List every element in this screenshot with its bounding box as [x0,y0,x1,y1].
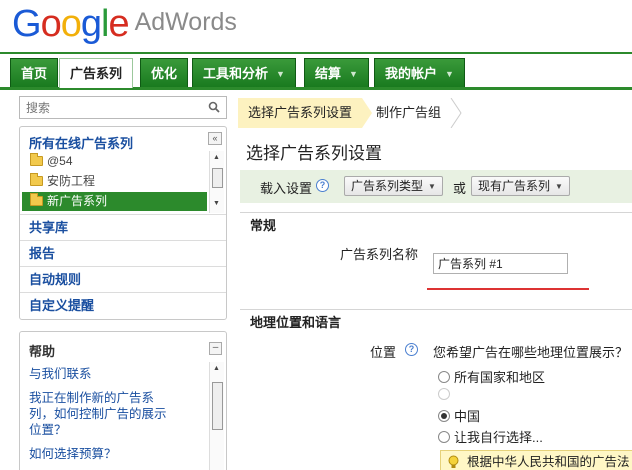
logo-letter: g [80,3,102,45]
tab-label: 我的帐户 [385,66,438,81]
radio-button-checked[interactable] [438,410,450,422]
custom-alerts-link[interactable]: 自定义提醒 [20,292,226,319]
search-input[interactable] [20,97,200,118]
shared-library-link[interactable]: 共享库 [20,214,226,241]
chevron-down-icon: ▼ [276,69,285,79]
reports-link[interactable]: 报告 [20,240,226,267]
location-label: 位置 [370,345,397,360]
campaign-name-field[interactable] [433,253,568,274]
help-link-contact[interactable]: 与我们联系 [29,366,179,382]
notice-text: 根据中华人民共和国的广告法 [467,455,630,469]
tab-label: 优化 [151,66,178,81]
lightbulb-icon [448,455,459,468]
dropdown-label: 广告系列类型 [351,179,424,193]
automated-rules-link[interactable]: 自动规则 [20,266,226,293]
logo-letter: o [40,3,62,45]
radio-button[interactable] [438,388,450,400]
scroll-down-icon[interactable]: ▼ [213,200,220,207]
step-arrow [450,98,462,128]
logo-letter: o [60,3,82,45]
product-name: AdWords [134,8,237,36]
scroll-thumb[interactable] [212,382,223,430]
tab-label: 结算 [315,66,342,81]
scroll-up-icon[interactable]: ▲ [213,154,220,161]
tab-billing[interactable]: 结算 ▼ [304,58,369,87]
or-label: 或 [453,181,467,196]
help-scrollbar[interactable]: ▲ [209,362,224,470]
logo-letter: G [12,3,42,45]
tree-item-label: @54 [47,154,73,168]
folder-icon [30,153,43,166]
header: Google AdWords [0,0,632,52]
help-link-placement[interactable]: 我正在制作新的广告系列，如何控制广告的展示位置？ [29,390,177,438]
help-icon[interactable]: ? [316,179,329,192]
tab-optimize[interactable]: 优化 [140,58,189,87]
radio-label: 让我自行选择... [454,430,543,445]
minimize-help-button[interactable]: – [209,342,222,355]
help-panel: 帮助 – 与我们联系 我正在制作新的广告系列，如何控制广告的展示位置？ 如何选择… [19,331,227,470]
validation-underline [427,288,589,290]
advertising-law-notice: 根据中华人民共和国的广告法 [440,450,632,470]
scroll-thumb[interactable] [212,168,223,188]
campaign-name-label: 广告系列名称 [340,247,419,262]
campaign-type-dropdown[interactable]: 广告系列类型 ▼ [344,176,443,196]
folder-icon [30,193,43,206]
help-icon[interactable]: ? [405,343,418,356]
all-campaigns-link[interactable]: 所有在线广告系列 [29,133,133,152]
help-title: 帮助 [29,344,56,359]
step-campaign-settings: 选择广告系列设置 [238,98,363,128]
general-section-heading: 常规 [240,212,632,235]
radio-button[interactable] [438,431,450,443]
search-icon[interactable] [208,101,220,113]
tab-label: 首页 [21,66,48,81]
tab-tools-analysis[interactable]: 工具和分析 ▼ [192,58,296,87]
tree-item-label: 新广告系列 [47,194,108,208]
tab-label: 广告系列 [70,66,123,81]
load-settings-label: 载入设置 [260,181,313,196]
radio-button[interactable] [438,371,450,383]
help-link-budget[interactable]: 如何选择预算？ [29,446,179,462]
tree-item-campaign-selected[interactable]: 新广告系列 [22,192,207,211]
tree-scrollbar[interactable]: ▲ ▼ [209,151,224,213]
chevron-down-icon: ▼ [445,69,454,79]
chevron-down-icon: ▼ [555,182,563,191]
campaign-tree-panel: 所有在线广告系列 « @54 安防工程 新广告系列 ▲ ▼ 共享库 报告 自动规… [19,126,227,320]
page-title: 选择广告系列设置 [246,144,382,163]
radio-label: 所有国家和地区 [454,370,546,385]
radio-all-countries[interactable]: 所有国家和地区 [438,367,545,386]
logo-letter: e [108,3,129,45]
radio-custom-location[interactable]: 让我自行选择... [438,427,543,446]
tab-campaigns[interactable]: 广告系列 [59,58,134,88]
tab-my-account[interactable]: 我的帐户 ▼ [374,58,465,87]
main-nav: 首页 广告系列 优化 工具和分析 ▼ 结算 ▼ 我的帐户 ▼ [0,54,632,90]
sidebar-search [19,96,227,119]
existing-campaign-dropdown[interactable]: 现有广告系列 ▼ [471,176,570,196]
step-create-ad-group: 制作广告组 [376,105,442,120]
radio-label: 中国 [454,409,481,424]
wizard-steps: 选择广告系列设置 制作广告组 [238,98,632,128]
chevron-down-icon: ▼ [428,182,436,191]
folder-icon [30,173,43,186]
google-adwords-logo[interactable]: Google AdWords [12,2,237,44]
geo-language-section-heading: 地理位置和语言 [240,309,632,332]
location-question: 您希望广告在哪些地理位置展示？ [433,345,629,360]
radio-china[interactable]: 中国 [438,406,480,425]
step-arrow [362,98,372,128]
dropdown-label: 现有广告系列 [478,179,551,193]
tree-item-campaign[interactable]: 安防工程 [22,172,207,191]
tab-home[interactable]: 首页 [10,58,59,87]
collapse-sidebar-button[interactable]: « [208,132,222,145]
chevron-down-icon: ▼ [349,69,358,79]
load-settings-bar: 载入设置 ? 广告系列类型 ▼ 或 现有广告系列 ▼ [240,170,632,203]
radio-option-blank[interactable] [438,387,454,402]
scroll-up-icon[interactable]: ▲ [213,365,220,372]
tab-label: 工具和分析 [203,66,269,81]
tree-item-label: 安防工程 [47,174,96,188]
tree-item-campaign[interactable]: @54 [22,152,207,171]
